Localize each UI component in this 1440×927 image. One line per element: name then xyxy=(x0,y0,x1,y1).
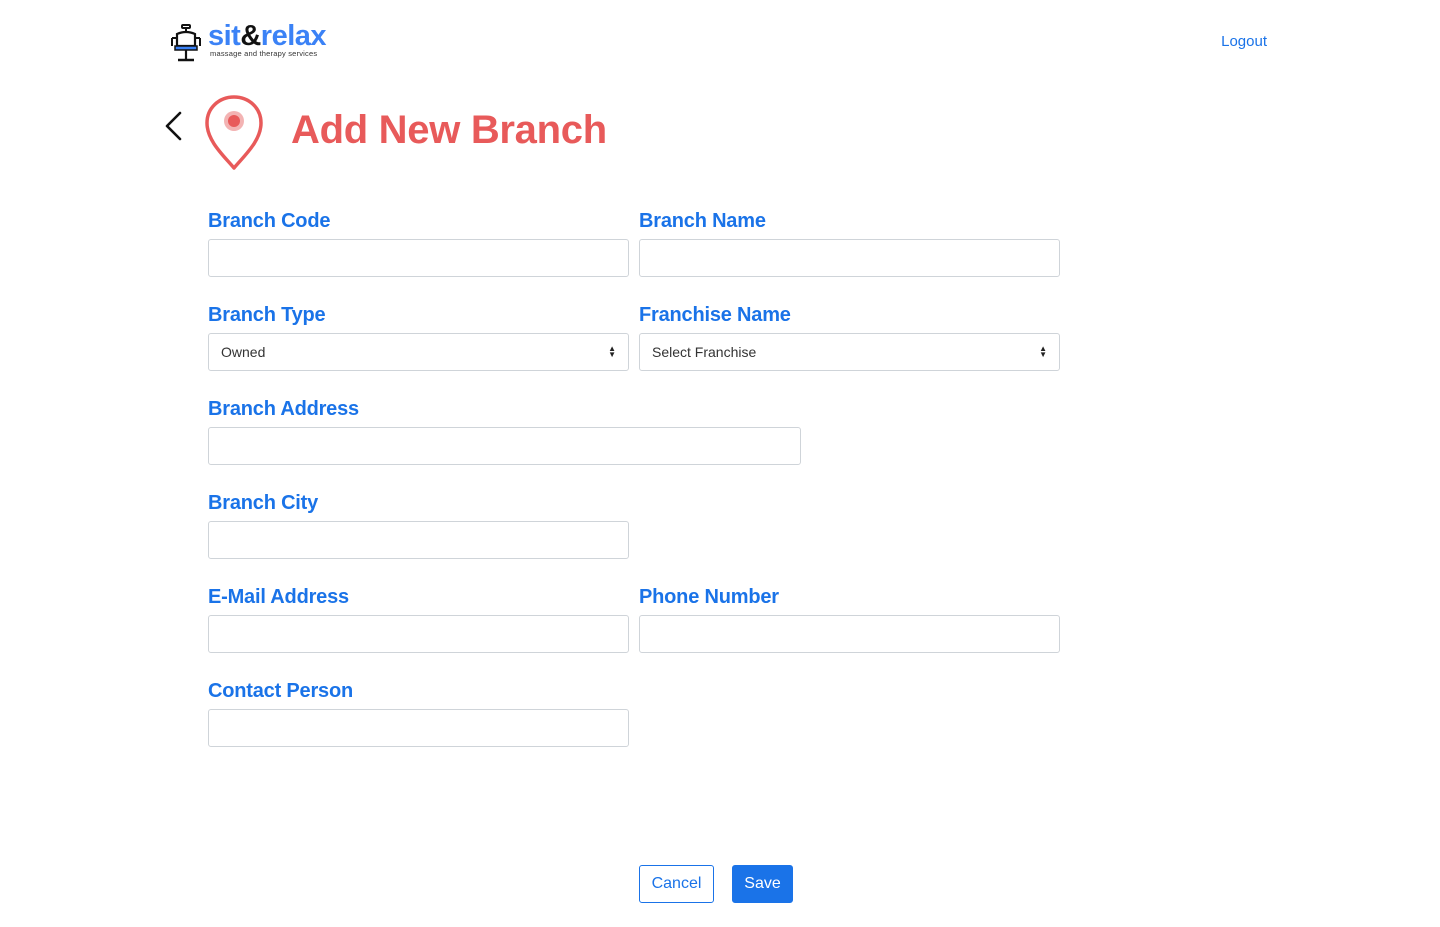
branch-type-select[interactable]: Owned ▲ ▼ xyxy=(208,333,629,371)
franchise-name-value: Select Franchise xyxy=(652,344,757,360)
branch-type-label: Branch Type xyxy=(208,304,326,326)
branch-code-input[interactable] xyxy=(208,239,629,277)
brand-amp: & xyxy=(240,20,261,52)
phone-group: Phone Number xyxy=(639,583,1060,653)
franchise-name-group: Franchise Name Select Franchise ▲ ▼ xyxy=(639,301,1060,371)
branch-name-label: Branch Name xyxy=(639,210,766,232)
select-arrows-icon: ▲ ▼ xyxy=(608,344,616,359)
phone-input[interactable] xyxy=(639,615,1060,653)
franchise-name-label: Franchise Name xyxy=(639,304,791,326)
back-button[interactable] xyxy=(160,108,188,144)
branch-code-label: Branch Code xyxy=(208,210,331,232)
brand-text: sit&relax massage and therapy services xyxy=(208,20,327,58)
brand-wordmark: sit&relax xyxy=(208,20,327,52)
logout-link[interactable]: Logout xyxy=(1221,33,1267,50)
contact-person-group: Contact Person xyxy=(208,677,629,747)
brand-logo[interactable]: sit&relax massage and therapy services xyxy=(170,20,327,64)
select-arrows-icon: ▲ ▼ xyxy=(1039,344,1047,359)
save-button[interactable]: Save xyxy=(732,865,793,903)
page-title: Add New Branch xyxy=(291,108,607,152)
branch-code-group: Branch Code xyxy=(208,207,629,277)
cancel-button[interactable]: Cancel xyxy=(639,865,714,903)
massage-chair-icon xyxy=(171,24,201,62)
email-input[interactable] xyxy=(208,615,629,653)
franchise-name-select[interactable]: Select Franchise ▲ ▼ xyxy=(639,333,1060,371)
branch-city-label: Branch City xyxy=(208,492,319,514)
add-branch-page: sit&relax massage and therapy services L… xyxy=(0,0,1440,927)
branch-type-value: Owned xyxy=(221,344,266,360)
contact-person-input[interactable] xyxy=(208,709,629,747)
email-group: E-Mail Address xyxy=(208,583,629,653)
branch-name-input[interactable] xyxy=(639,239,1060,277)
email-label: E-Mail Address xyxy=(208,586,349,608)
contact-person-label: Contact Person xyxy=(208,680,354,702)
brand-part2: relax xyxy=(260,20,327,52)
branch-address-input[interactable] xyxy=(208,427,801,465)
branch-city-input[interactable] xyxy=(208,521,629,559)
branch-city-group: Branch City xyxy=(208,489,629,559)
branch-name-group: Branch Name xyxy=(639,207,1060,277)
brand-part1: sit xyxy=(208,20,241,52)
branch-type-group: Branch Type Owned ▲ ▼ xyxy=(208,301,629,371)
chevron-left-icon xyxy=(165,111,182,141)
branch-address-label: Branch Address xyxy=(208,398,359,420)
branch-address-group: Branch Address xyxy=(208,395,801,465)
brand-tagline: massage and therapy services xyxy=(210,49,318,58)
phone-label: Phone Number xyxy=(639,586,779,608)
map-pin-icon xyxy=(205,95,263,170)
